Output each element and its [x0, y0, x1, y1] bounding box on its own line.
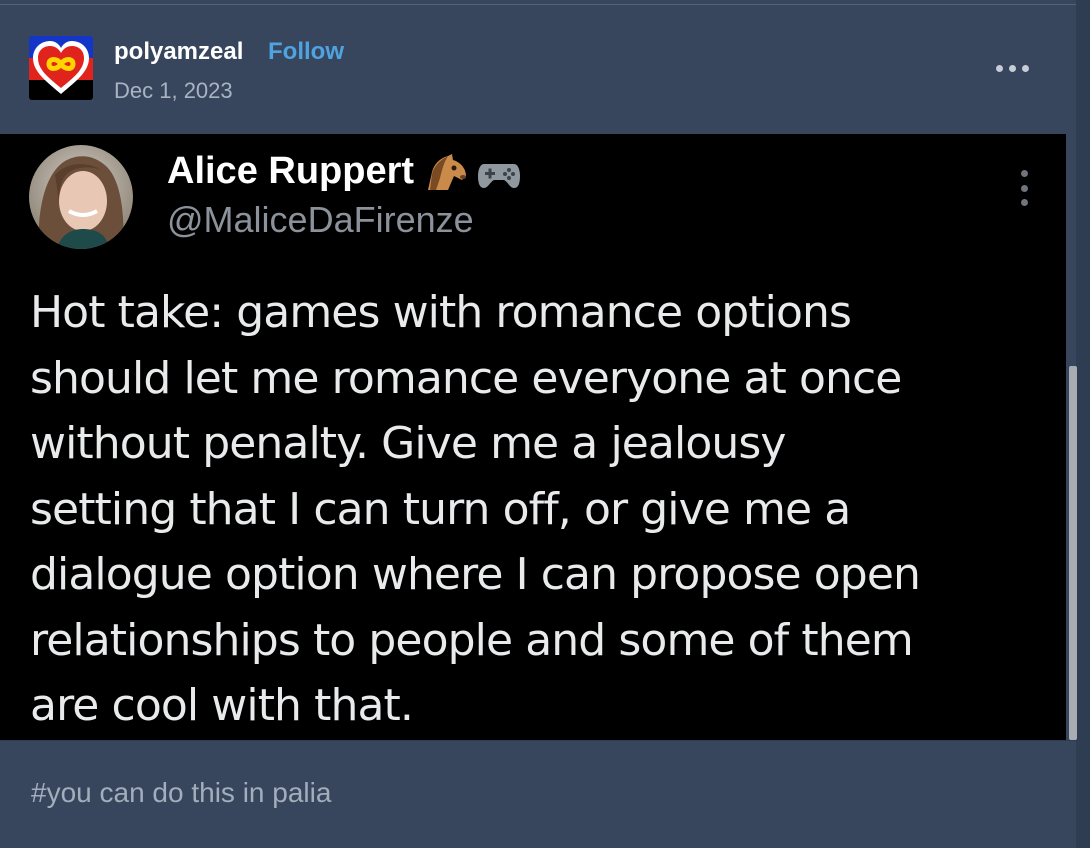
scrollbar-track[interactable]: [1076, 0, 1090, 848]
more-options-icon[interactable]: [990, 56, 1034, 80]
tweet-author-name: Alice Ruppert: [167, 150, 522, 193]
tweet-line: Hot take: games with romance options: [30, 287, 852, 338]
tweet-line: should let me romance everyone at once: [30, 352, 902, 404]
tweet-more-icon: [1018, 170, 1030, 206]
tags-divider: [0, 740, 1076, 741]
tweet-line: setting that I can turn off, or give me …: [30, 483, 851, 535]
post-tag[interactable]: #you can do this in palia: [31, 777, 331, 809]
post-card: polyamzeal Follow Dec 1, 2023 Alice Rupp…: [0, 0, 1076, 848]
polyamory-heart-infinity-icon: [29, 36, 93, 100]
scrollbar-thumb[interactable]: [1069, 366, 1077, 740]
tweet-line: without penalty. Give me a jealousy: [30, 418, 786, 469]
post-date[interactable]: Dec 1, 2023: [114, 78, 233, 104]
blog-avatar[interactable]: [29, 36, 93, 100]
tweet-line: dialogue option where I can propose open: [30, 549, 921, 600]
tweet-line: relationships to people and some of them: [30, 614, 914, 666]
post-header: polyamzeal Follow Dec 1, 2023: [0, 0, 1076, 134]
tweet-author-avatar: [29, 145, 133, 249]
follow-button[interactable]: Follow: [268, 38, 344, 66]
tweet-line: are cool with that.: [30, 680, 414, 731]
blog-username[interactable]: polyamzeal: [114, 38, 243, 66]
tweet-author-handle: @MaliceDaFirenze: [167, 199, 474, 240]
tweet-body: Hot take: games with romance options sho…: [30, 280, 1040, 739]
tweet-author-name-text: Alice Ruppert: [167, 150, 415, 192]
game-controller-icon: [478, 163, 521, 188]
horse-face-icon: [428, 153, 467, 190]
